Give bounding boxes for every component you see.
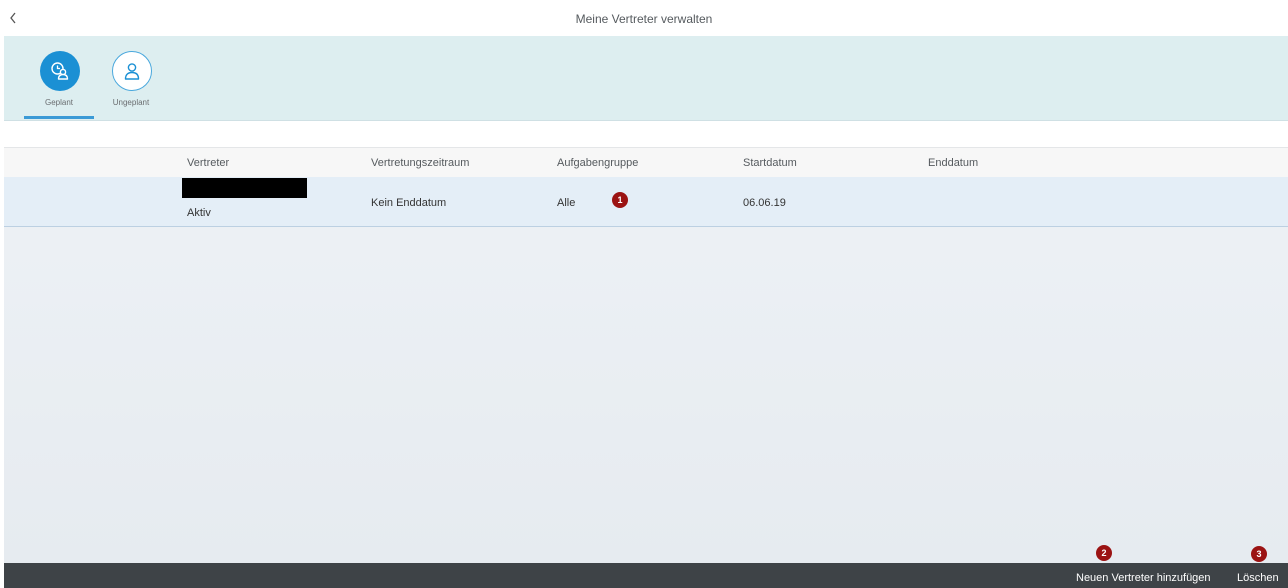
tab-ungeplant-circle xyxy=(112,51,152,91)
annotation-marker-2: 2 xyxy=(1096,545,1112,561)
add-vertreter-button[interactable]: Neuen Vertreter hinzufügen xyxy=(1076,572,1211,584)
aufgabengruppe-cell: Alle xyxy=(557,197,576,209)
redacted-name xyxy=(182,178,307,198)
calendar-person-icon xyxy=(51,62,69,80)
person-icon xyxy=(124,63,140,80)
table-header: Vertreter Vertretungszeitraum Aufgabengr… xyxy=(4,147,1288,178)
annotation-marker-1: 1 xyxy=(612,192,628,208)
page-title: Meine Vertreter verwalten xyxy=(575,12,713,26)
annotation-marker-3: 3 xyxy=(1251,546,1267,562)
startdatum-cell: 06.06.19 xyxy=(743,197,786,209)
app-window: Meine Vertreter verwalten Geplant Ungepl… xyxy=(0,0,1288,588)
delete-button[interactable]: Löschen xyxy=(1237,572,1279,584)
tab-geplant-label: Geplant xyxy=(44,98,74,107)
content-spacer xyxy=(4,121,1288,147)
column-header-vertretungszeitraum[interactable]: Vertretungszeitraum xyxy=(371,157,469,169)
vertretungszeitraum-cell: Kein Enddatum xyxy=(371,197,447,209)
column-header-startdatum[interactable]: Startdatum xyxy=(743,157,797,169)
vertreter-status: Aktiv xyxy=(187,207,211,219)
tab-bar: Geplant Ungeplant xyxy=(4,36,1288,121)
footer-toolbar: Neuen Vertreter hinzufügen Löschen xyxy=(4,563,1288,588)
table-row[interactable]: Aktiv Kein Enddatum Alle 1 06.06.19 xyxy=(4,177,1288,227)
tab-ungeplant[interactable]: Ungeplant xyxy=(97,51,165,117)
column-header-vertreter[interactable]: Vertreter xyxy=(187,157,229,169)
column-header-aufgabengruppe[interactable]: Aufgabengruppe xyxy=(557,157,638,169)
tab-ungeplant-label: Ungeplant xyxy=(112,98,150,107)
tab-selected-indicator xyxy=(24,116,94,119)
tab-geplant-circle xyxy=(40,51,80,91)
header-bar: Meine Vertreter verwalten xyxy=(0,0,1288,36)
tab-geplant[interactable]: Geplant xyxy=(24,51,94,119)
column-header-enddatum[interactable]: Enddatum xyxy=(928,157,978,169)
content-area: Vertreter Vertretungszeitraum Aufgabengr… xyxy=(4,121,1288,563)
